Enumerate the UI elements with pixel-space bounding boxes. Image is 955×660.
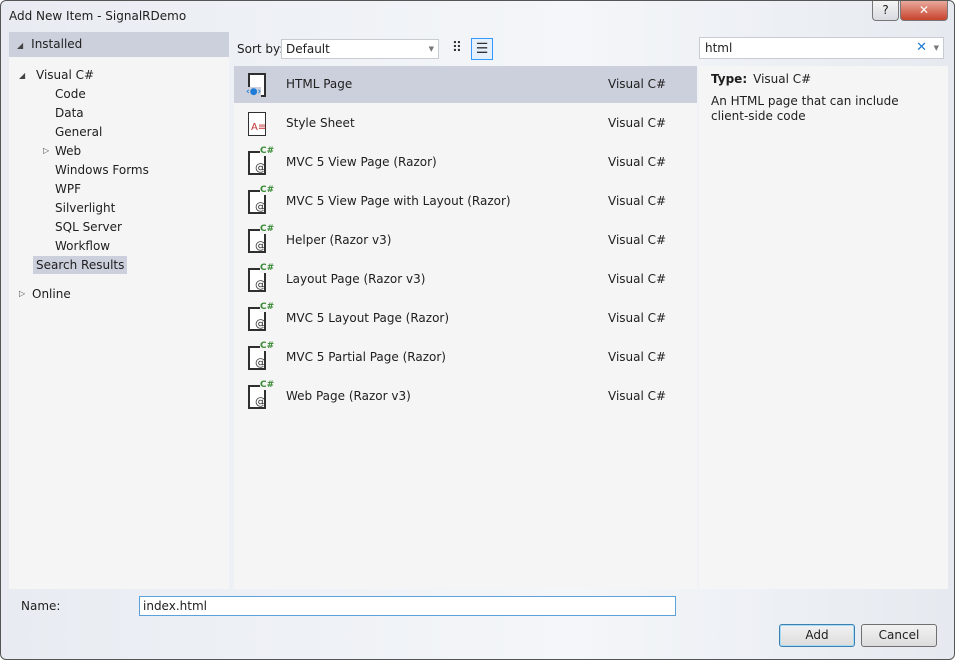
tree-item-silverlight[interactable]: Silverlight — [52, 199, 118, 217]
style-sheet-icon: A≡ — [246, 110, 270, 138]
chevron-down-icon[interactable]: ▼ — [934, 38, 939, 58]
template-list: ‹●› HTML Page Visual C# A≡ Style Sheet Vis… — [234, 66, 697, 589]
clear-search-icon[interactable]: ✕ — [916, 38, 927, 58]
tree-item-workflow[interactable]: Workflow — [52, 237, 113, 255]
item-type: Visual C# — [608, 389, 667, 403]
tree-item-search-results[interactable]: Search Results — [33, 256, 128, 274]
type-label: Type: — [711, 72, 748, 86]
item-name: Layout Page (Razor v3) — [286, 272, 426, 286]
item-type: Visual C# — [608, 350, 667, 364]
tree-item-visual-csharp[interactable]: Visual C# — [33, 66, 97, 84]
tree-item-wpf[interactable]: WPF — [52, 180, 84, 198]
razor-csharp-icon: @ C# — [246, 380, 275, 411]
tree-item-sql-server[interactable]: SQL Server — [52, 218, 125, 236]
tree-item-code[interactable]: Code — [52, 85, 89, 103]
collapsed-arrow-icon[interactable]: ▷ — [19, 289, 25, 298]
tree-item-online[interactable]: Online — [29, 285, 74, 303]
type-value: Visual C# — [753, 72, 812, 86]
item-name: MVC 5 Partial Page (Razor) — [286, 350, 446, 364]
search-input[interactable]: html ✕ ▼ — [699, 37, 944, 59]
item-type: Visual C# — [608, 77, 667, 91]
list-item[interactable]: @ C# MVC 5 View Page (Razor) Visual C# — [234, 144, 697, 181]
add-button[interactable]: Add — [779, 624, 855, 647]
expanded-arrow-icon[interactable]: ◢ — [19, 71, 25, 80]
tree-item-general[interactable]: General — [52, 123, 105, 141]
name-label: Name: — [21, 599, 61, 613]
item-type: Visual C# — [608, 272, 667, 286]
dialog-window: Add New Item - SignalRDemo ? ✕ ◢ Installe… — [0, 0, 955, 660]
item-type: Visual C# — [608, 155, 667, 169]
list-item[interactable]: @ C# MVC 5 Layout Page (Razor) Visual C# — [234, 300, 697, 337]
medium-icons-view-button[interactable]: ⠿ — [446, 38, 468, 60]
close-button[interactable]: ✕ — [900, 1, 948, 21]
sort-value: Default — [286, 42, 330, 56]
list-item[interactable]: @ C# Web Page (Razor v3) Visual C# — [234, 378, 697, 415]
item-name: Web Page (Razor v3) — [286, 389, 411, 403]
razor-csharp-icon: @ C# — [246, 185, 275, 216]
razor-csharp-icon: @ C# — [246, 263, 275, 294]
sort-dropdown[interactable]: Default ▼ — [281, 39, 439, 59]
tree-item-web[interactable]: Web — [52, 142, 84, 160]
item-name: Helper (Razor v3) — [286, 233, 392, 247]
tree-item-data[interactable]: Data — [52, 104, 87, 122]
item-name: MVC 5 View Page with Layout (Razor) — [286, 194, 511, 208]
list-item[interactable]: @ C# Helper (Razor v3) Visual C# — [234, 222, 697, 259]
details-panel: Type: Visual C# An HTML page that can inc… — [699, 66, 948, 589]
item-name: Style Sheet — [286, 116, 355, 130]
razor-csharp-icon: @ C# — [246, 302, 275, 333]
html-page-icon: ‹●› — [246, 71, 270, 99]
sort-bar: Sort by: Default ▼ ⠿ ☰ — [234, 37, 697, 61]
help-button[interactable]: ? — [872, 1, 899, 21]
expanded-arrow-icon: ◢ — [17, 41, 24, 50]
template-tree: ◢ Installed ◢ Visual C# Code Data General… — [9, 32, 229, 589]
razor-csharp-icon: @ C# — [246, 341, 275, 372]
list-view-icon: ☰ — [475, 41, 489, 57]
tree-installed-header[interactable]: ◢ Installed — [9, 32, 229, 57]
item-type: Visual C# — [608, 194, 667, 208]
sort-label: Sort by: — [237, 42, 284, 56]
item-type: Visual C# — [608, 116, 667, 130]
item-description: An HTML page that can include client-sid… — [711, 94, 899, 123]
grid-view-icon: ⠿ — [451, 40, 463, 56]
item-type: Visual C# — [608, 311, 667, 325]
razor-csharp-icon: @ C# — [246, 224, 275, 255]
item-name: MVC 5 Layout Page (Razor) — [286, 311, 450, 325]
installed-label: Installed — [31, 37, 83, 51]
razor-csharp-icon: @ C# — [246, 146, 275, 177]
list-item[interactable]: ‹●› HTML Page Visual C# — [234, 66, 697, 103]
cancel-button[interactable]: Cancel — [861, 624, 937, 647]
chevron-down-icon: ▼ — [428, 45, 434, 53]
collapsed-arrow-icon[interactable]: ▷ — [43, 146, 49, 155]
tree-item-windows-forms[interactable]: Windows Forms — [52, 161, 152, 179]
item-name: HTML Page — [286, 77, 353, 91]
list-item[interactable]: @ C# MVC 5 Partial Page (Razor) Visual C# — [234, 339, 697, 376]
list-item[interactable]: @ C# Layout Page (Razor v3) Visual C# — [234, 261, 697, 298]
item-type: Visual C# — [608, 233, 667, 247]
search-value: html — [705, 41, 733, 55]
name-input[interactable]: index.html — [139, 596, 676, 616]
details-view-button[interactable]: ☰ — [471, 38, 493, 60]
window-title: Add New Item - SignalRDemo — [9, 9, 187, 23]
item-name: MVC 5 View Page (Razor) — [286, 155, 437, 169]
list-item[interactable]: A≡ Style Sheet Visual C# — [234, 105, 697, 142]
list-item[interactable]: @ C# MVC 5 View Page with Layout (Razor) Vi… — [234, 183, 697, 220]
